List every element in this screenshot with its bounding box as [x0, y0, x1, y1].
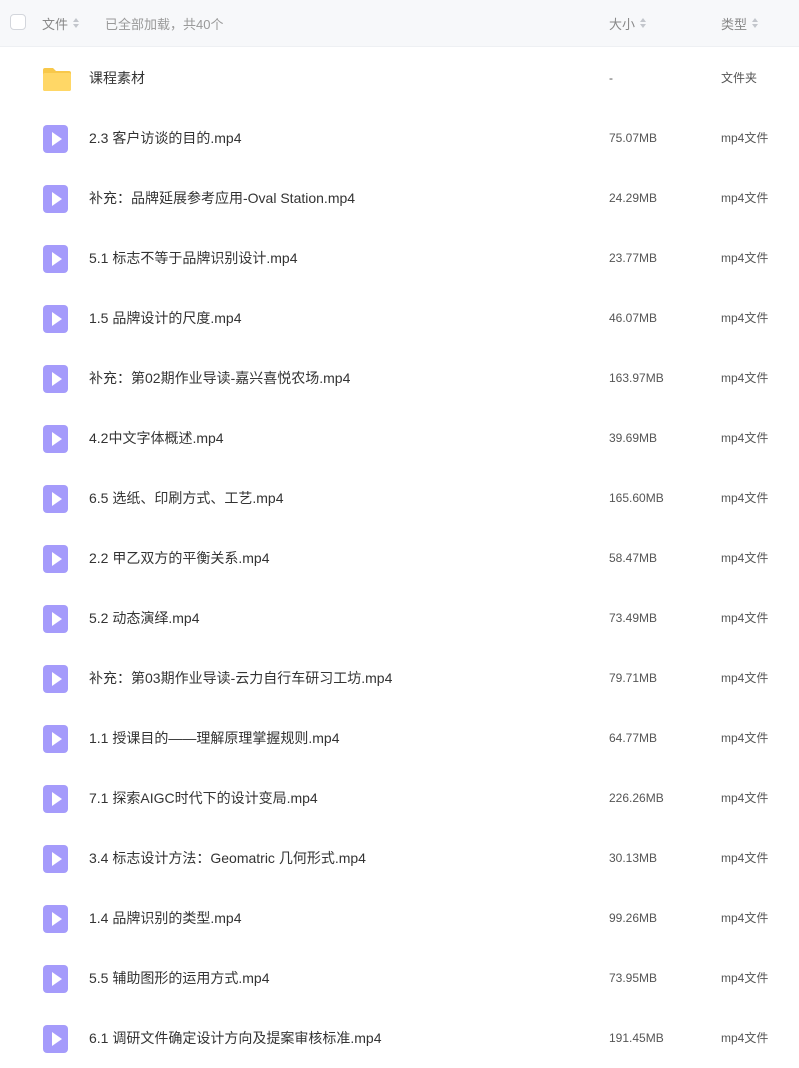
file-row[interactable]: 1.5 品牌设计的尺度.mp4 46.07MB mp4文件: [0, 288, 799, 348]
sort-by-name-button[interactable]: 文件: [42, 0, 80, 46]
video-file-icon: [42, 364, 70, 394]
file-type: mp4文件: [721, 131, 769, 145]
file-type: mp4文件: [721, 911, 769, 925]
file-type: mp4文件: [721, 731, 769, 745]
file-size: 46.07MB: [609, 311, 658, 325]
select-all-checkbox[interactable]: [10, 14, 26, 30]
file-type: mp4文件: [721, 971, 769, 985]
file-name[interactable]: 2.2 甲乙双方的平衡关系.mp4: [89, 528, 269, 588]
file-row[interactable]: 6.5 选纸、印刷方式、工艺.mp4 165.60MB mp4文件: [0, 468, 799, 528]
file-row[interactable]: 6.1 调研文件确定设计方向及提案审核标准.mp4 191.45MB mp4文件: [0, 1008, 799, 1068]
file-row[interactable]: 3.4 标志设计方法：Geomatric 几何形式.mp4 30.13MB mp4文…: [0, 828, 799, 888]
file-row[interactable]: 1.4 品牌识别的类型.mp4 99.26MB mp4文件: [0, 888, 799, 948]
video-file-icon: [42, 664, 70, 694]
file-size: 73.49MB: [609, 611, 658, 625]
video-file-icon: [42, 484, 70, 514]
video-file-icon: [42, 304, 70, 334]
file-size: 23.77MB: [609, 251, 658, 265]
file-name[interactable]: 5.5 辅助图形的运用方式.mp4: [89, 948, 269, 1008]
file-name[interactable]: 补充：品牌延展参考应用-Oval Station.mp4: [89, 168, 355, 228]
file-size: 165.60MB: [609, 491, 664, 505]
file-row[interactable]: 2.2 甲乙双方的平衡关系.mp4 58.47MB mp4文件: [0, 528, 799, 588]
file-type: mp4文件: [721, 671, 769, 685]
file-name[interactable]: 6.1 调研文件确定设计方向及提案审核标准.mp4: [89, 1008, 381, 1068]
video-file-icon: [42, 1024, 70, 1054]
video-file-icon: [42, 184, 70, 214]
file-name[interactable]: 1.4 品牌识别的类型.mp4: [89, 888, 241, 948]
file-size: -: [609, 71, 613, 85]
file-size: 58.47MB: [609, 551, 658, 565]
file-type: mp4文件: [721, 551, 769, 565]
file-type: mp4文件: [721, 1031, 769, 1045]
file-type: mp4文件: [721, 491, 769, 505]
file-size: 73.95MB: [609, 971, 658, 985]
file-name[interactable]: 6.5 选纸、印刷方式、工艺.mp4: [89, 468, 283, 528]
file-name[interactable]: 课程素材: [89, 48, 145, 108]
sort-arrows-icon: [73, 18, 80, 28]
file-name[interactable]: 3.4 标志设计方法：Geomatric 几何形式.mp4: [89, 828, 366, 888]
load-status-text: 已全部加载，共40个: [105, 16, 224, 32]
file-row[interactable]: 课程素材 - 文件夹: [0, 48, 799, 108]
video-file-icon: [42, 124, 70, 154]
file-row[interactable]: 4.2中文字体概述.mp4 39.69MB mp4文件: [0, 408, 799, 468]
file-type: mp4文件: [721, 311, 769, 325]
file-row[interactable]: 补充：第02期作业导读-嘉兴喜悦农场.mp4 163.97MB mp4文件: [0, 348, 799, 408]
file-type: mp4文件: [721, 251, 769, 265]
video-file-icon: [42, 604, 70, 634]
file-list-header: 文件 已全部加载，共40个 大小 类型: [0, 0, 799, 47]
sort-by-size-button[interactable]: 大小: [609, 0, 647, 46]
file-row[interactable]: 5.5 辅助图形的运用方式.mp4 73.95MB mp4文件: [0, 948, 799, 1008]
sort-arrows-icon: [752, 18, 759, 28]
video-file-icon: [42, 784, 70, 814]
file-name[interactable]: 5.1 标志不等于品牌识别设计.mp4: [89, 228, 297, 288]
video-file-icon: [42, 544, 70, 574]
sort-arrows-icon: [640, 18, 647, 28]
folder-icon: [42, 64, 71, 94]
file-size: 64.77MB: [609, 731, 658, 745]
file-name[interactable]: 1.5 品牌设计的尺度.mp4: [89, 288, 241, 348]
file-type: mp4文件: [721, 431, 769, 445]
file-size: 99.26MB: [609, 911, 658, 925]
file-type: mp4文件: [721, 371, 769, 385]
file-name[interactable]: 补充：第02期作业导读-嘉兴喜悦农场.mp4: [89, 348, 350, 408]
file-row[interactable]: 2.3 客户访谈的目的.mp4 75.07MB mp4文件: [0, 108, 799, 168]
file-row[interactable]: 5.2 动态演绎.mp4 73.49MB mp4文件: [0, 588, 799, 648]
file-row[interactable]: 5.1 标志不等于品牌识别设计.mp4 23.77MB mp4文件: [0, 228, 799, 288]
video-file-icon: [42, 964, 70, 994]
file-row[interactable]: 补充：品牌延展参考应用-Oval Station.mp4 24.29MB mp4文件: [0, 168, 799, 228]
video-file-icon: [42, 424, 70, 454]
video-file-icon: [42, 904, 70, 934]
file-list: 课程素材 - 文件夹 2.3 客户访谈的目的.mp4 75.07MB mp4文件 补充：品牌…: [0, 48, 799, 1068]
file-size: 163.97MB: [609, 371, 664, 385]
sort-by-type-button[interactable]: 类型: [721, 0, 759, 46]
type-column-label: 类型: [721, 16, 748, 32]
file-name[interactable]: 2.3 客户访谈的目的.mp4: [89, 108, 241, 168]
file-name[interactable]: 7.1 探索AIGC时代下的设计变局.mp4: [89, 768, 318, 828]
file-size: 191.45MB: [609, 1031, 664, 1045]
file-name[interactable]: 5.2 动态演绎.mp4: [89, 588, 199, 648]
file-size: 75.07MB: [609, 131, 658, 145]
name-column-label: 文件: [42, 16, 69, 32]
file-row[interactable]: 1.1 授课目的——理解原理掌握规则.mp4 64.77MB mp4文件: [0, 708, 799, 768]
size-column-label: 大小: [609, 16, 636, 32]
file-type: mp4文件: [721, 611, 769, 625]
file-row[interactable]: 补充：第03期作业导读-云力自行车研习工坊.mp4 79.71MB mp4文件: [0, 648, 799, 708]
file-row[interactable]: 7.1 探索AIGC时代下的设计变局.mp4 226.26MB mp4文件: [0, 768, 799, 828]
file-name[interactable]: 4.2中文字体概述.mp4: [89, 408, 224, 468]
video-file-icon: [42, 244, 70, 274]
file-size: 226.26MB: [609, 791, 664, 805]
file-size: 24.29MB: [609, 191, 658, 205]
file-size: 30.13MB: [609, 851, 658, 865]
file-type: mp4文件: [721, 851, 769, 865]
file-name[interactable]: 1.1 授课目的——理解原理掌握规则.mp4: [89, 708, 339, 768]
video-file-icon: [42, 724, 70, 754]
video-file-icon: [42, 844, 70, 874]
file-type: 文件夹: [721, 71, 758, 85]
file-size: 79.71MB: [609, 671, 658, 685]
file-size: 39.69MB: [609, 431, 658, 445]
file-type: mp4文件: [721, 191, 769, 205]
file-type: mp4文件: [721, 791, 769, 805]
file-name[interactable]: 补充：第03期作业导读-云力自行车研习工坊.mp4: [89, 648, 392, 708]
